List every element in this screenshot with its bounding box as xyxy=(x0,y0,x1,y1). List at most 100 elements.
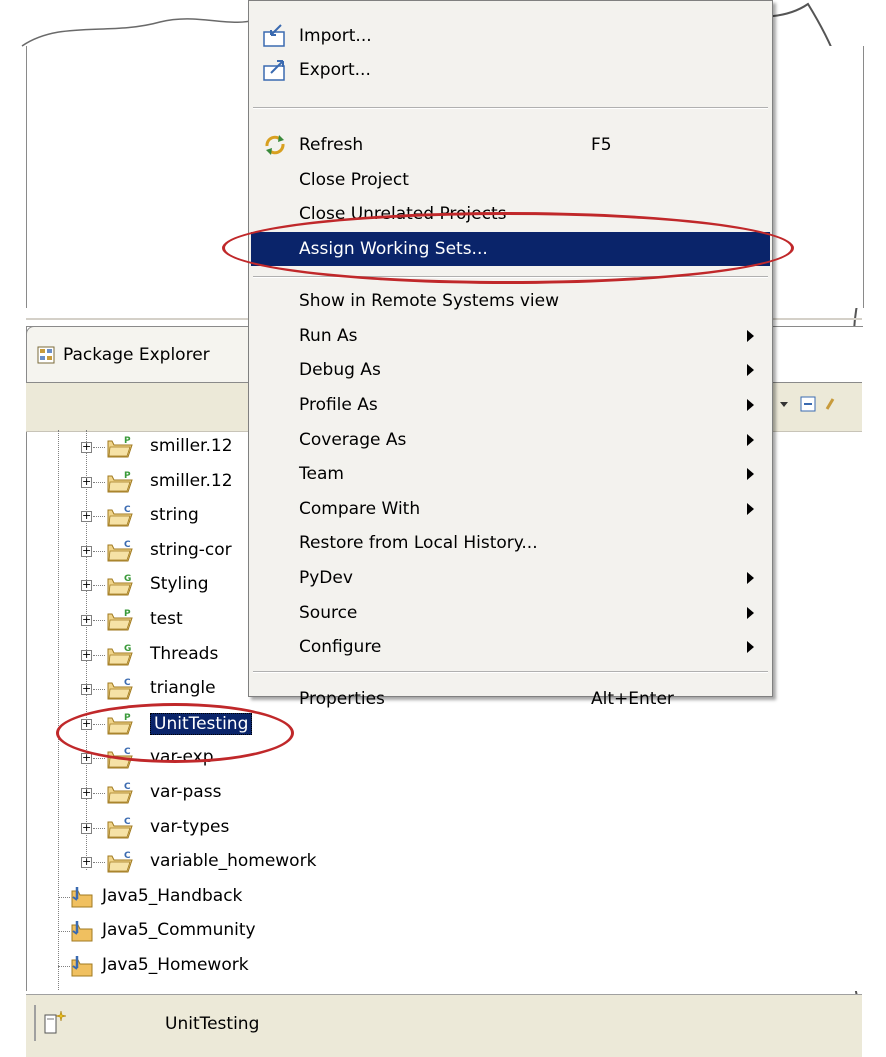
collapse-all-icon xyxy=(800,396,816,412)
svg-text:P: P xyxy=(124,609,131,619)
menu-item-pydev[interactable]: PyDev xyxy=(251,561,770,595)
project-folder-icon: G xyxy=(107,644,133,666)
tree-connector xyxy=(93,793,105,794)
svg-text:G: G xyxy=(124,574,131,584)
status-selection-text: UnitTesting xyxy=(165,1014,260,1034)
annotation-ellipse-unittesting xyxy=(56,703,294,763)
svg-text:P: P xyxy=(124,471,131,481)
status-separator xyxy=(34,1005,36,1041)
submenu-arrow-icon xyxy=(747,399,754,411)
tree-item-label: Java5_Handback xyxy=(102,885,243,906)
tree-item-label: triangle xyxy=(150,678,216,699)
submenu-arrow-icon xyxy=(747,364,754,376)
tree-item-label: variable_homework xyxy=(150,851,317,872)
shortcut-properties: Alt+Enter xyxy=(591,689,674,709)
tree-item-label: Java5_Community xyxy=(102,920,256,941)
expand-toggle-icon[interactable]: + xyxy=(81,545,92,557)
expand-toggle-icon[interactable]: + xyxy=(81,579,92,592)
status-bar xyxy=(26,994,862,1057)
tree-item-label: var-pass xyxy=(150,782,222,802)
menu-item-compare-with[interactable]: Compare With xyxy=(251,492,770,526)
menu-item-team[interactable]: Team xyxy=(251,457,770,491)
tree-connector xyxy=(93,447,105,448)
submenu-arrow-icon xyxy=(747,607,754,619)
tree-item-working-set[interactable]: Java5_Handback xyxy=(40,882,300,912)
tree-item-label: test xyxy=(150,609,183,629)
tree-connector xyxy=(93,654,105,656)
working-set-icon xyxy=(71,886,93,908)
import-icon xyxy=(263,24,285,47)
menu-item-restore-from-local-history[interactable]: Restore from Local History... xyxy=(251,526,770,560)
svg-text:C: C xyxy=(124,678,131,688)
tree-connector xyxy=(93,516,105,518)
tree-item-label: Styling xyxy=(150,574,209,595)
project-folder-icon: P xyxy=(107,471,133,493)
expand-toggle-icon[interactable]: + xyxy=(81,441,92,453)
expand-toggle-icon[interactable]: + xyxy=(81,822,92,834)
submenu-arrow-icon xyxy=(747,641,754,653)
project-folder-icon: C xyxy=(107,505,133,527)
svg-text:C: C xyxy=(124,817,131,827)
menu-item-show-in-remote-systems[interactable]: Show in Remote Systems view xyxy=(251,284,770,318)
chevron-down-icon xyxy=(780,402,788,407)
project-folder-icon: P xyxy=(107,609,133,631)
tab-label: Package Explorer xyxy=(63,344,210,365)
expand-toggle-icon[interactable]: + xyxy=(81,510,92,523)
expand-toggle-icon[interactable]: + xyxy=(81,476,92,488)
tree-item-project[interactable]: + Cvar-pass xyxy=(76,778,306,808)
svg-text:C: C xyxy=(124,505,131,515)
menu-item-source[interactable]: Source xyxy=(251,596,770,630)
expand-toggle-icon[interactable]: + xyxy=(81,856,92,869)
working-set-icon xyxy=(71,921,93,942)
submenu-arrow-icon xyxy=(747,468,754,480)
tree-item-project[interactable]: + Cvariable_homework xyxy=(76,847,316,877)
menu-item-refresh[interactable]: Refresh F5 xyxy=(251,128,770,162)
tree-item-label: var-types xyxy=(150,816,230,837)
tree-item-label: Threads xyxy=(150,643,219,664)
tree-connector xyxy=(93,481,105,483)
menu-item-profile-as[interactable]: Profile As xyxy=(251,388,770,422)
tree-item-working-set[interactable]: Java5_Community xyxy=(40,916,300,946)
svg-text:C: C xyxy=(124,782,131,792)
tree-item-label: string-cor xyxy=(150,539,232,560)
tree-item-working-set[interactable]: Java5_Homework xyxy=(40,951,300,981)
menu-item-coverage-as[interactable]: Coverage As xyxy=(251,423,770,457)
expand-toggle-icon[interactable]: + xyxy=(81,787,92,799)
shortcut-refresh: F5 xyxy=(591,135,612,155)
menu-item-import[interactable]: Import... xyxy=(251,19,770,53)
menu-item-export[interactable]: Export... xyxy=(251,53,770,87)
tree-item-project[interactable]: + Cvar-types xyxy=(76,813,306,843)
expand-toggle-icon[interactable]: + xyxy=(81,614,92,626)
tree-item-label: Java5_Homework xyxy=(102,955,249,975)
tree-item-label: smiller.12 xyxy=(150,470,233,491)
tab-package-explorer[interactable]: Package Explorer xyxy=(26,326,256,382)
project-folder-icon: C xyxy=(107,540,133,562)
menu-item-run-as[interactable]: Run As xyxy=(251,319,770,353)
tree-connector xyxy=(93,550,105,552)
export-icon xyxy=(263,60,285,81)
tree-item-label: smiller.12 xyxy=(150,436,233,456)
new-element-icon xyxy=(44,1010,67,1034)
menu-item-properties[interactable]: Properties Alt+Enter xyxy=(251,684,770,714)
expand-toggle-icon[interactable]: + xyxy=(81,649,92,661)
menu-separator xyxy=(253,107,768,109)
menu-item-debug-as[interactable]: Debug As xyxy=(251,353,770,387)
tree-connector xyxy=(93,862,105,864)
view-menu-button[interactable] xyxy=(772,392,796,416)
menu-separator xyxy=(253,671,768,673)
submenu-arrow-icon xyxy=(747,572,754,584)
context-menu: Import... Export... Refresh F5 Close Pro… xyxy=(248,0,773,709)
menu-item-configure[interactable]: Configure xyxy=(251,630,770,664)
working-set-icon xyxy=(71,956,93,977)
svg-text:G: G xyxy=(124,644,131,654)
menu-item-close-project[interactable]: Close Project xyxy=(251,163,770,197)
annotation-ellipse-assign-working-sets xyxy=(222,212,794,284)
link-with-editor-button[interactable] xyxy=(820,392,844,416)
expand-toggle-icon[interactable]: + xyxy=(81,752,92,765)
expand-toggle-icon[interactable]: + xyxy=(81,683,92,696)
link-icon xyxy=(825,398,835,410)
svg-text:C: C xyxy=(124,540,131,550)
submenu-arrow-icon xyxy=(747,503,754,515)
project-folder-icon: G xyxy=(107,574,133,596)
collapse-all-button[interactable] xyxy=(796,392,820,416)
